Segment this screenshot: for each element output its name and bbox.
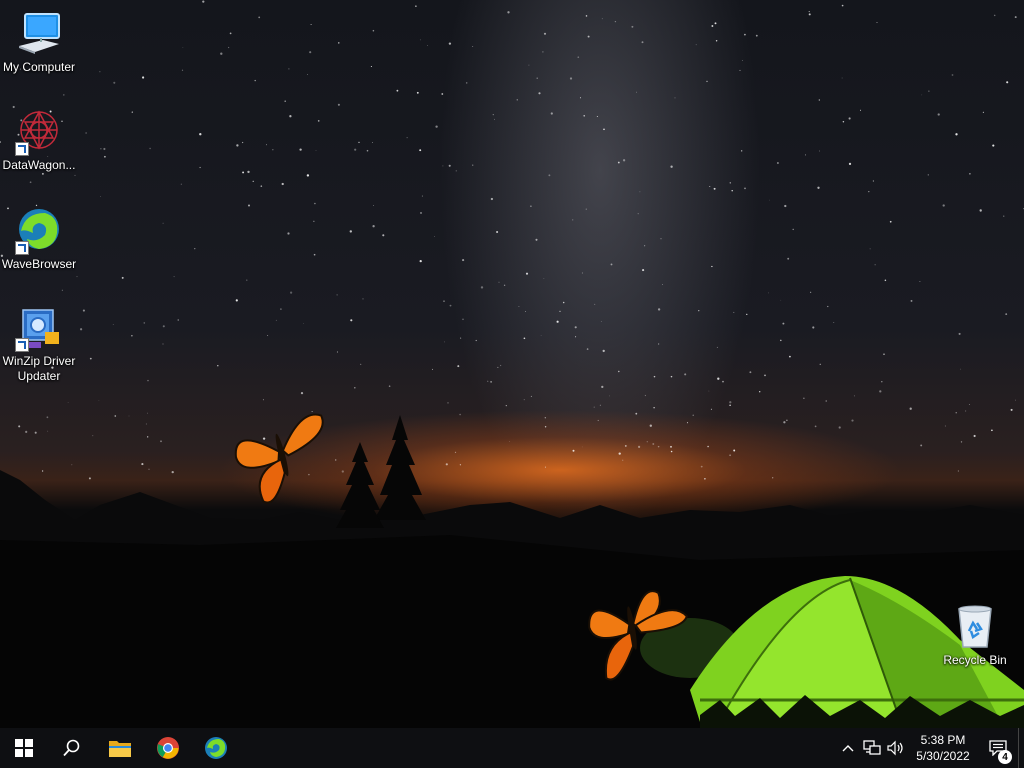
wavebrowser-icon <box>15 207 63 255</box>
shortcut-arrow-icon <box>15 338 29 352</box>
landscape <box>0 413 1024 728</box>
wavebrowser-taskbar-button[interactable] <box>192 728 240 768</box>
winzip-driver-updater-icon <box>15 304 63 352</box>
pine-trees <box>336 415 426 528</box>
butterfly-1 <box>234 413 324 504</box>
shortcut-arrow-icon <box>15 241 29 255</box>
show-hidden-icons-button[interactable] <box>836 728 860 768</box>
chrome-icon <box>157 737 179 759</box>
show-desktop-button[interactable] <box>1018 728 1024 768</box>
start-button[interactable] <box>0 728 48 768</box>
desktop-icon-label: WinZip Driver Updater <box>2 354 76 383</box>
desktop-icon-label: DataWagon... <box>2 158 76 172</box>
taskbar-clock[interactable]: 5:38 PM 5/30/2022 <box>908 732 978 764</box>
desktop-icon-label: My Computer <box>2 60 76 74</box>
folder-icon <box>109 741 131 757</box>
chrome-button[interactable] <box>144 728 192 768</box>
file-explorer-button[interactable] <box>96 728 144 768</box>
network-icon <box>863 740 881 755</box>
network-button[interactable] <box>860 728 884 768</box>
system-tray: 5:38 PM 5/30/2022 4 <box>836 728 1024 768</box>
desktop-icon-recycle-bin[interactable]: Recycle Bin <box>936 603 1014 668</box>
computer-icon <box>15 10 63 58</box>
notification-count-badge: 4 <box>998 750 1012 764</box>
desktop-icon-winzip-driver-updater[interactable]: WinZip Driver Updater <box>0 304 78 384</box>
chevron-up-icon <box>842 745 854 752</box>
desktop-icon-datawagon[interactable]: DataWagon... <box>0 108 78 173</box>
shortcut-arrow-icon <box>15 142 29 156</box>
search-icon <box>63 739 80 757</box>
desktop-wallpaper <box>0 0 1024 728</box>
desktop-icon-label: WaveBrowser <box>1 257 77 271</box>
wavebrowser-icon <box>205 737 227 759</box>
volume-button[interactable] <box>884 728 908 768</box>
clock-date: 5/30/2022 <box>916 749 970 763</box>
windows-start-icon <box>15 739 33 757</box>
clock-time: 5:38 PM <box>920 733 966 747</box>
desktop-icon-wavebrowser[interactable]: WaveBrowser <box>0 207 78 272</box>
search-button[interactable] <box>48 728 96 768</box>
recycle-bin-icon <box>951 603 999 651</box>
datawagon-icon <box>15 108 63 156</box>
desktop-icon-label: Recycle Bin <box>943 653 1007 667</box>
taskbar: 5:38 PM 5/30/2022 4 <box>0 728 1024 768</box>
volume-icon <box>887 740 903 756</box>
action-center-button[interactable]: 4 <box>978 728 1018 768</box>
desktop-icon-my-computer[interactable]: My Computer <box>0 10 78 75</box>
